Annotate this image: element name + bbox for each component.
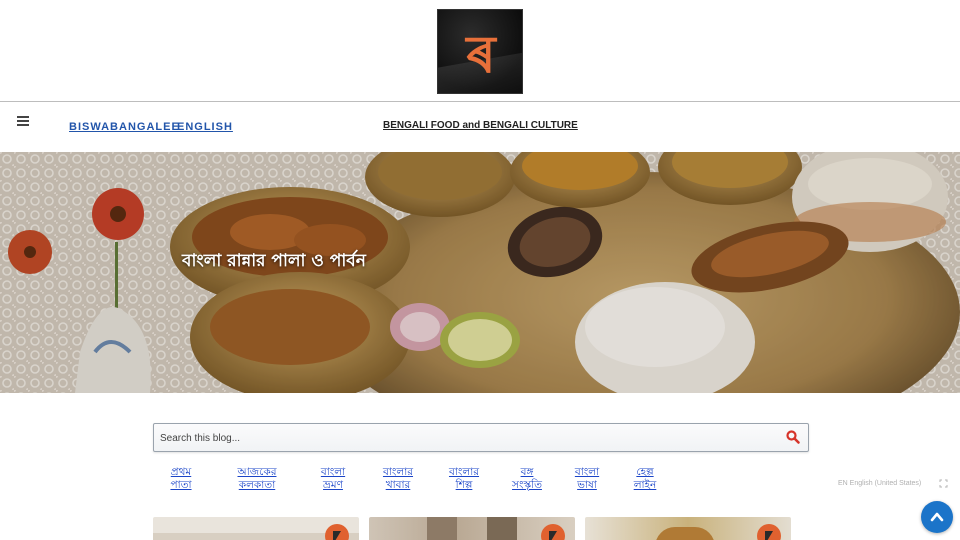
category-link-home[interactable]: প্রথম পাতা	[164, 466, 198, 492]
category-label: বাংলা	[320, 466, 346, 478]
category-link-art[interactable]: বাংলার শিল্প	[444, 466, 484, 492]
language-label: EN English (United States)	[838, 480, 922, 487]
hamburger-menu-icon[interactable]	[17, 116, 31, 128]
search-box	[153, 423, 809, 452]
category-label: লাইন	[633, 479, 657, 491]
post-card[interactable]	[585, 517, 791, 540]
category-link-language[interactable]: বাংলা ভাষা	[570, 466, 604, 492]
category-link-helpline[interactable]: হেল্প লাইন	[630, 466, 660, 492]
hero-food-image	[0, 152, 960, 393]
post-card[interactable]	[153, 517, 359, 540]
logo-badge-icon	[541, 524, 565, 540]
header-bar: ৰ	[0, 0, 960, 102]
logo-badge-icon	[757, 524, 781, 540]
category-label: হেল্প	[636, 466, 654, 478]
hero-banner: বাংলা রান্নার পালা ও পার্বন	[0, 152, 960, 393]
category-label: সংস্কৃতি	[512, 479, 542, 491]
category-label: প্রথম	[170, 466, 192, 478]
category-link-food[interactable]: বাংলার খাবার	[378, 466, 418, 492]
category-link-culture[interactable]: বঙ্গ সংস্কৃতি	[506, 466, 548, 492]
search-icon[interactable]	[785, 429, 801, 445]
logo-glyph-icon: ৰ	[464, 25, 497, 85]
search-input[interactable]	[160, 429, 770, 447]
post-card[interactable]	[369, 517, 575, 540]
svg-text:ৰ: ৰ	[464, 25, 497, 85]
category-label: ভ্রমণ	[323, 479, 343, 491]
category-label: খাবার	[385, 479, 411, 491]
category-label: বাংলার	[448, 466, 480, 478]
hero-title: বাংলা রান্নার পালা ও পার্বন	[182, 251, 366, 271]
chevron-up-icon	[930, 512, 944, 522]
category-link-kolkata[interactable]: আজকের কলকাতা	[230, 466, 284, 492]
category-label: আজকের	[237, 466, 277, 478]
category-label: বাংলার	[382, 466, 414, 478]
category-label: কলকাতা	[238, 479, 276, 491]
nav-bar: BISWABANGALEE ENGLISH BENGALI FOOD and B…	[0, 102, 960, 152]
logo-badge-icon	[325, 524, 349, 540]
scroll-top-button[interactable]	[921, 501, 953, 533]
category-link-travel[interactable]: বাংলা ভ্রমণ	[316, 466, 350, 492]
nav-link-english[interactable]: ENGLISH	[177, 121, 233, 133]
category-label: বঙ্গ	[520, 466, 534, 478]
language-selector[interactable]: EN English (United States)	[820, 477, 950, 493]
site-tagline: BENGALI FOOD and BENGALI CULTURE	[383, 120, 578, 131]
expand-icon[interactable]	[939, 479, 948, 488]
site-logo[interactable]: ৰ	[437, 9, 523, 94]
category-label: ভাষা	[577, 479, 597, 491]
nav-link-biswabangalee[interactable]: BISWABANGALEE	[69, 121, 180, 133]
category-label: শিল্প	[455, 479, 473, 491]
category-label: পাতা	[170, 479, 192, 491]
category-label: বাংলা	[574, 466, 600, 478]
